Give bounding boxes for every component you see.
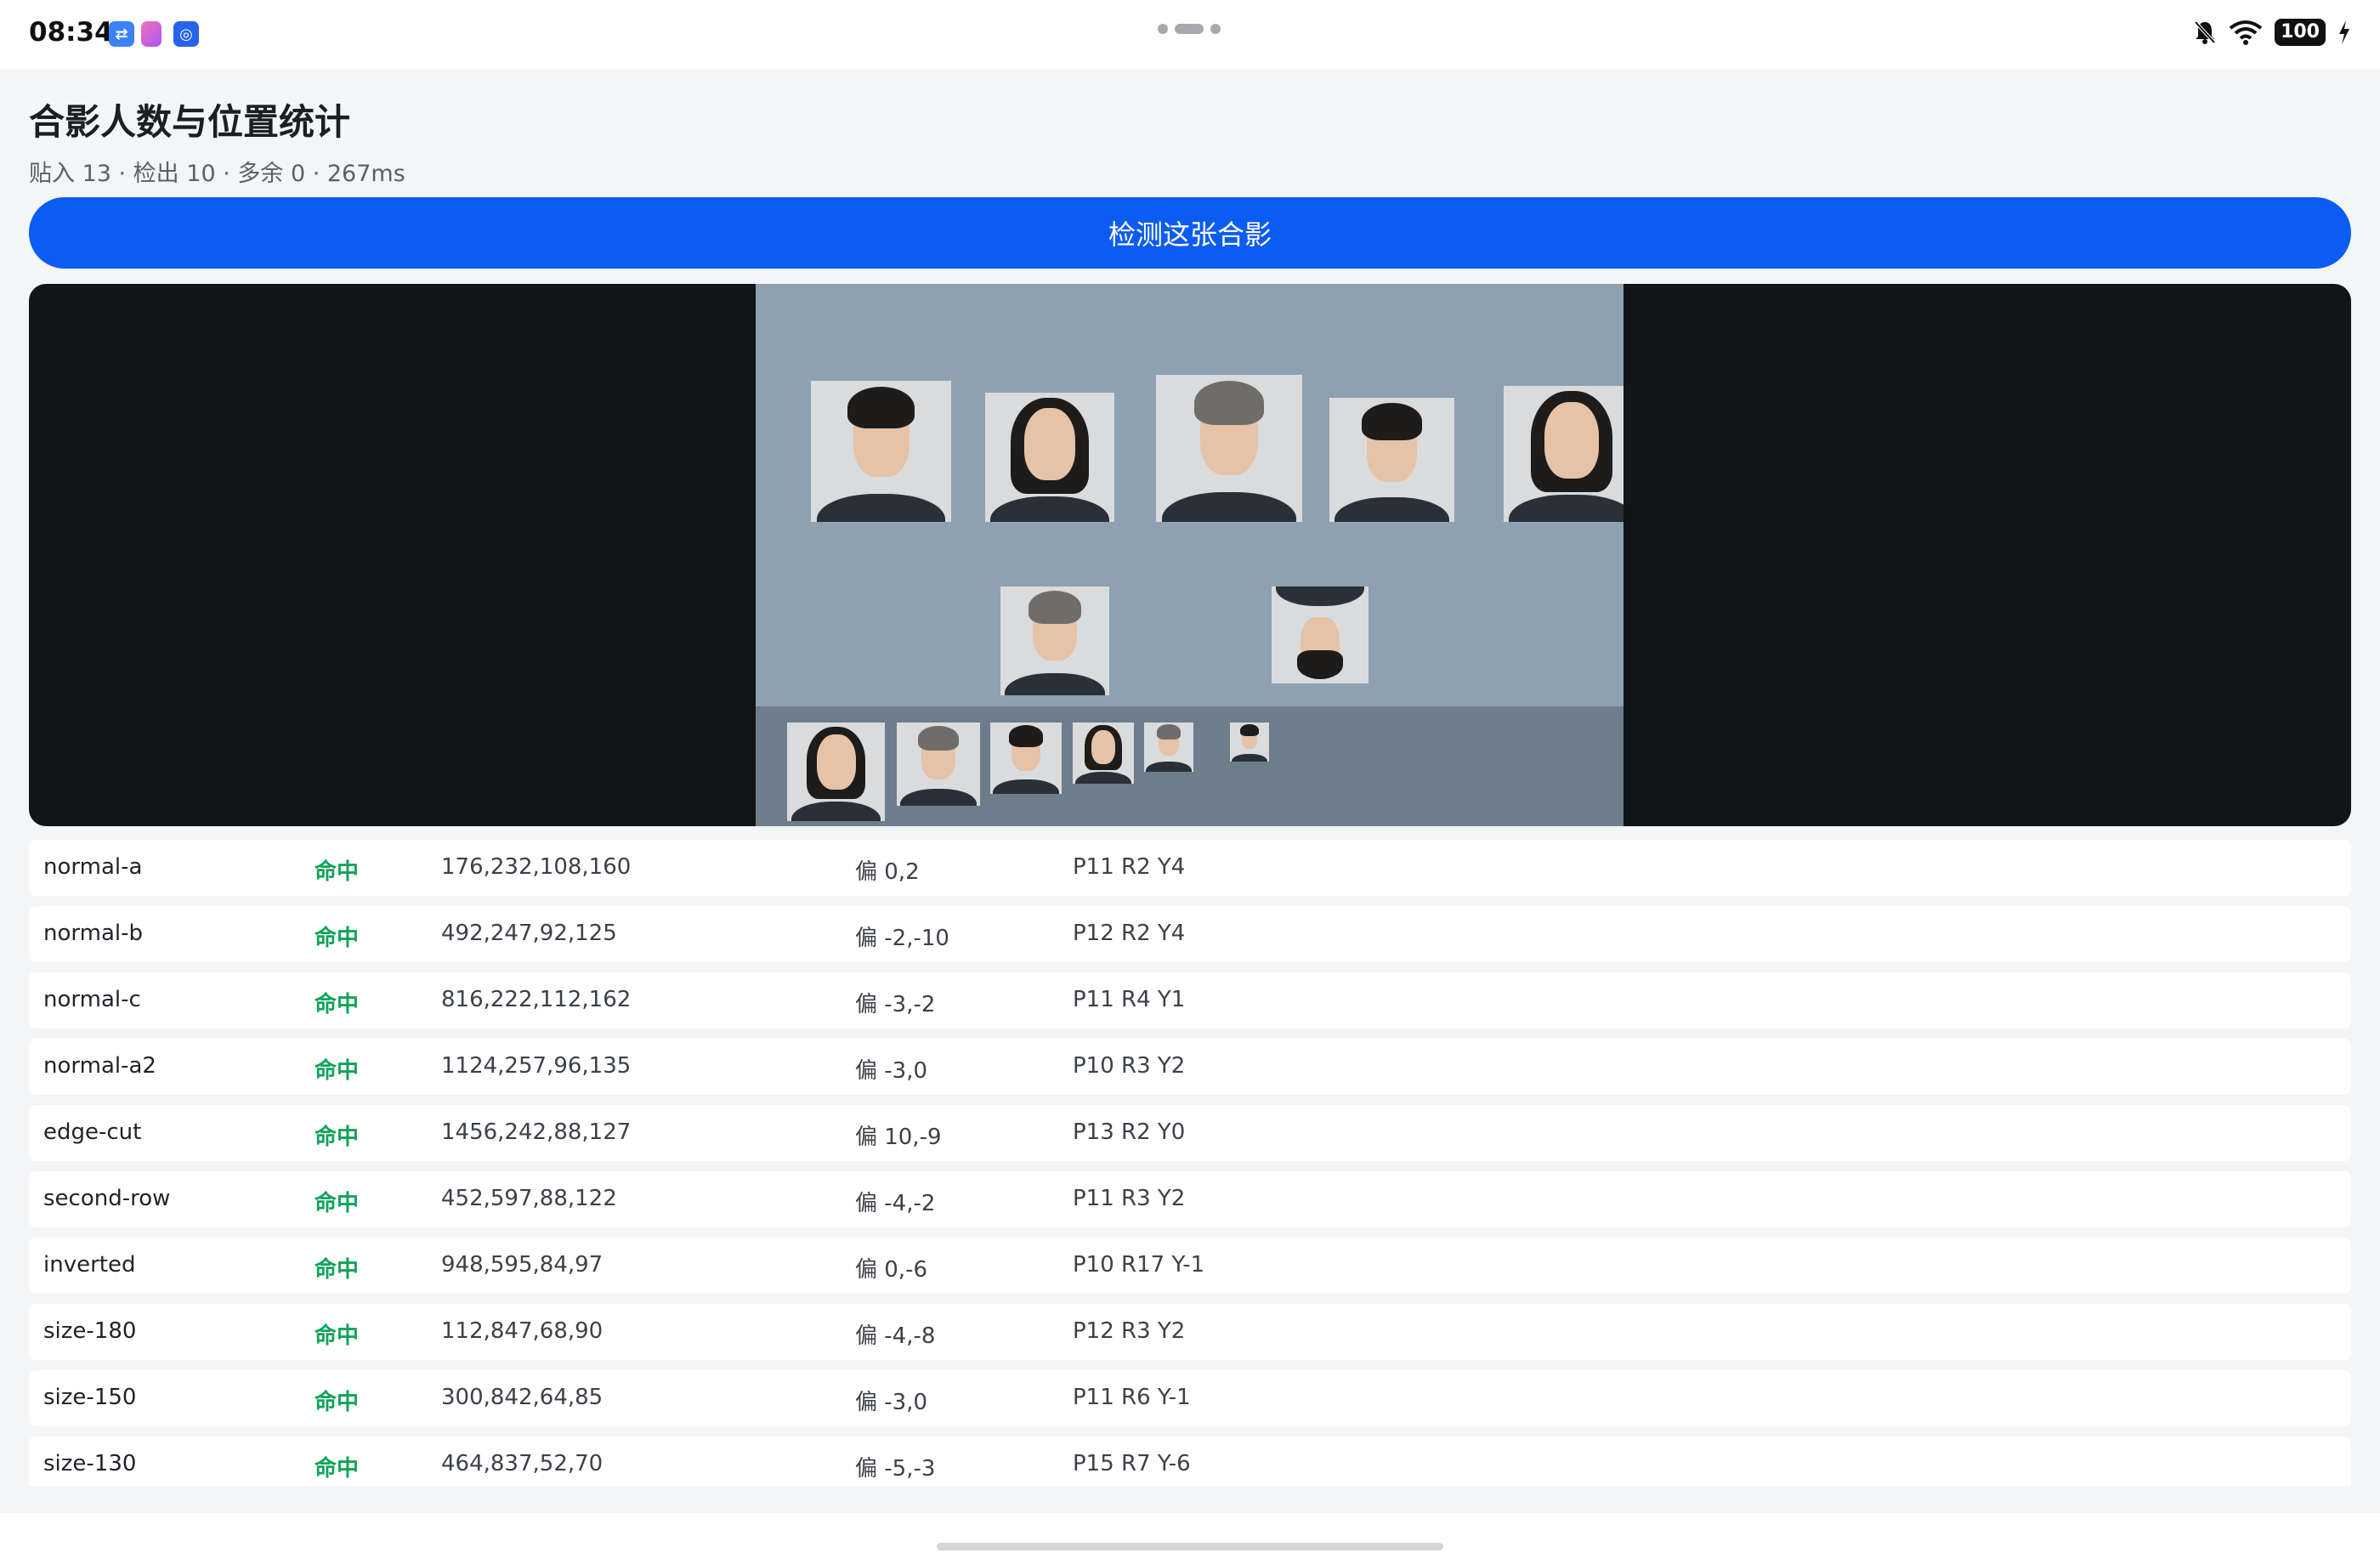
case-name: edge-cut bbox=[43, 1119, 142, 1145]
face-portrait bbox=[1329, 398, 1454, 522]
bounding-box-value: 492,247,92,125 bbox=[441, 921, 617, 946]
multitask-indicator[interactable] bbox=[1158, 24, 1221, 34]
case-name: normal-a bbox=[43, 854, 143, 880]
app-icon bbox=[141, 21, 162, 47]
case-name: normal-b bbox=[43, 921, 143, 946]
bounding-box-value: 1456,242,88,127 bbox=[441, 1119, 632, 1145]
offset-value: 偏 -3,0 bbox=[855, 1390, 927, 1415]
bounding-box-value: 1124,257,96,135 bbox=[441, 1053, 632, 1079]
group-photo bbox=[756, 284, 1624, 826]
pose-value: P15 R7 Y-6 bbox=[1073, 1451, 1191, 1476]
case-name: normal-a2 bbox=[43, 1053, 156, 1079]
hit-status: 命中 bbox=[314, 1257, 360, 1283]
results-list: normal-a 命中 176,232,108,160 偏 0,2 P11 R2… bbox=[29, 840, 2351, 1486]
hit-status: 命中 bbox=[314, 1058, 360, 1084]
page-title: 合影人数与位置统计 bbox=[29, 101, 351, 143]
face-portrait bbox=[1156, 375, 1302, 522]
charging-icon bbox=[2339, 20, 2349, 44]
face-portrait-inverted bbox=[1272, 586, 1368, 683]
offset-value: 偏 0,2 bbox=[855, 859, 920, 885]
pose-value: P12 R2 Y4 bbox=[1073, 921, 1186, 946]
hit-status: 命中 bbox=[314, 859, 360, 885]
hit-status: 命中 bbox=[314, 1125, 360, 1150]
assistant-icon: ◎ bbox=[173, 21, 199, 47]
offset-value: 偏 -5,-3 bbox=[855, 1456, 936, 1482]
photo-viewer bbox=[29, 284, 2351, 826]
hit-status: 命中 bbox=[314, 1191, 360, 1216]
pose-value: P12 R3 Y2 bbox=[1073, 1318, 1186, 1344]
case-name: normal-c bbox=[43, 987, 141, 1012]
detection-summary: 贴入 13 · 检出 10 · 多余 0 · 267ms bbox=[29, 161, 405, 187]
pose-value: P10 R17 Y-1 bbox=[1073, 1252, 1205, 1278]
face-portrait bbox=[1504, 386, 1624, 522]
offset-value: 偏 10,-9 bbox=[855, 1125, 942, 1150]
bounding-box-value: 816,222,112,162 bbox=[441, 987, 632, 1012]
offset-value: 偏 0,-6 bbox=[855, 1257, 927, 1283]
status-right: 100 bbox=[2193, 19, 2351, 46]
usb-icon: ⇄ bbox=[109, 21, 134, 47]
face-portrait bbox=[1073, 722, 1134, 784]
case-name: size-180 bbox=[43, 1318, 137, 1344]
result-row[interactable]: edge-cut 命中 1456,242,88,127 偏 10,-9 P13 … bbox=[29, 1105, 2351, 1161]
pose-value: P11 R4 Y1 bbox=[1073, 987, 1186, 1012]
hit-status: 命中 bbox=[314, 1323, 360, 1349]
face-portrait bbox=[897, 722, 980, 806]
face-portrait bbox=[811, 381, 951, 522]
result-row[interactable]: inverted 命中 948,595,84,97 偏 0,-6 P10 R17… bbox=[29, 1238, 2351, 1294]
offset-value: 偏 -2,-10 bbox=[855, 926, 949, 951]
result-row[interactable]: size-130 命中 464,837,52,70 偏 -5,-3 P15 R7… bbox=[29, 1436, 2351, 1486]
detect-group-photo-button[interactable]: 检测这张合影 bbox=[29, 197, 2351, 269]
navigation-bar bbox=[0, 1513, 2380, 1564]
case-name: size-130 bbox=[43, 1451, 137, 1476]
result-row[interactable]: size-180 命中 112,847,68,90 偏 -4,-8 P12 R3… bbox=[29, 1304, 2351, 1360]
dnd-bell-icon bbox=[2194, 20, 2216, 44]
face-portrait bbox=[990, 722, 1062, 794]
result-row[interactable]: size-150 命中 300,842,64,85 偏 -3,0 P11 R6 … bbox=[29, 1370, 2351, 1426]
bounding-box-value: 948,595,84,97 bbox=[441, 1252, 604, 1278]
bounding-box-value: 452,597,88,122 bbox=[441, 1186, 617, 1211]
case-name: size-150 bbox=[43, 1385, 137, 1410]
bounding-box-value: 464,837,52,70 bbox=[441, 1451, 604, 1476]
hit-status: 命中 bbox=[314, 1390, 360, 1415]
hit-status: 命中 bbox=[314, 992, 360, 1017]
result-row[interactable]: normal-c 命中 816,222,112,162 偏 -3,-2 P11 … bbox=[29, 972, 2351, 1028]
offset-value: 偏 -3,0 bbox=[855, 1058, 927, 1084]
offset-value: 偏 -4,-8 bbox=[855, 1323, 936, 1349]
pose-value: P11 R3 Y2 bbox=[1073, 1186, 1186, 1211]
pose-value: P11 R2 Y4 bbox=[1073, 854, 1186, 880]
status-bar: 08:34 ⇄ ◎ 100 bbox=[0, 0, 2380, 70]
pose-value: P10 R3 Y2 bbox=[1073, 1053, 1186, 1079]
case-name: second-row bbox=[43, 1186, 171, 1211]
face-portrait bbox=[1230, 722, 1269, 762]
home-indicator[interactable] bbox=[937, 1543, 1443, 1550]
case-name: inverted bbox=[43, 1252, 136, 1278]
result-row[interactable]: normal-a 命中 176,232,108,160 偏 0,2 P11 R2… bbox=[29, 840, 2351, 896]
face-portrait bbox=[787, 722, 885, 821]
result-row[interactable]: normal-b 命中 492,247,92,125 偏 -2,-10 P12 … bbox=[29, 906, 2351, 962]
face-portrait bbox=[1144, 722, 1193, 772]
bounding-box-value: 112,847,68,90 bbox=[441, 1318, 604, 1344]
bounding-box-value: 176,232,108,160 bbox=[441, 854, 632, 880]
hit-status: 命中 bbox=[314, 926, 360, 951]
battery-indicator: 100 bbox=[2275, 19, 2326, 46]
result-row[interactable]: second-row 命中 452,597,88,122 偏 -4,-2 P11… bbox=[29, 1171, 2351, 1227]
face-portrait bbox=[985, 393, 1114, 522]
bounding-box-value: 300,842,64,85 bbox=[441, 1385, 604, 1410]
hit-status: 命中 bbox=[314, 1456, 360, 1482]
wifi-icon bbox=[2229, 20, 2263, 45]
offset-value: 偏 -3,-2 bbox=[855, 992, 936, 1017]
pose-value: P11 R6 Y-1 bbox=[1073, 1385, 1191, 1410]
result-row[interactable]: normal-a2 命中 1124,257,96,135 偏 -3,0 P10 … bbox=[29, 1039, 2351, 1095]
face-portrait bbox=[1000, 586, 1109, 695]
offset-value: 偏 -4,-2 bbox=[855, 1191, 936, 1216]
status-time: 08:34 bbox=[29, 17, 113, 48]
pose-value: P13 R2 Y0 bbox=[1073, 1119, 1186, 1145]
